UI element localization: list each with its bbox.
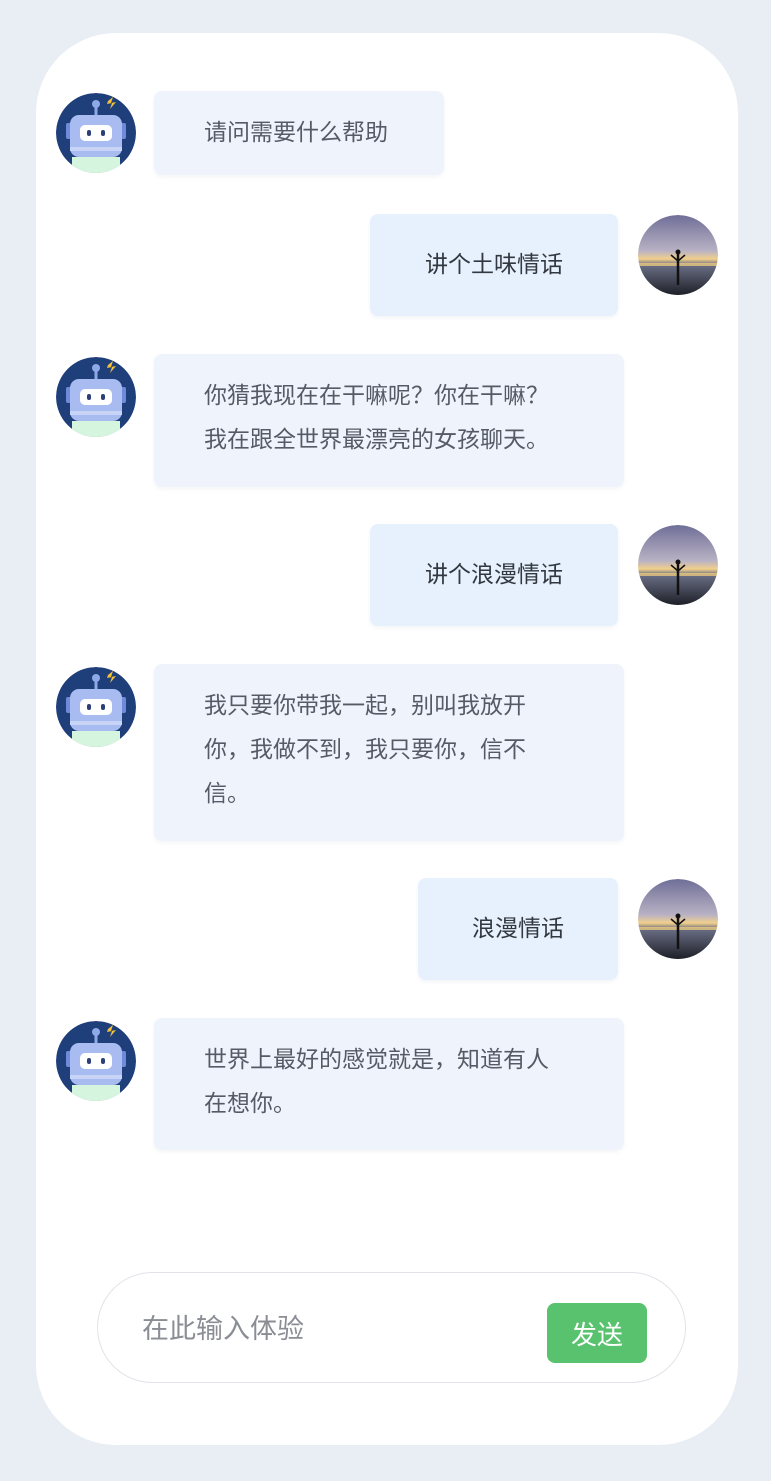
message-bubble: 你猜我现在在干嘛呢？你在干嘛？ 我在跟全世界最漂亮的女孩聊天。 (154, 354, 624, 487)
message-line: 在想你。 (204, 1091, 296, 1117)
message-input-bar: 发送 (97, 1272, 686, 1383)
message-input[interactable] (140, 1303, 524, 1355)
chat-screen: 请问需要什么帮助 讲个土味情话 你猜我现在在干嘛呢？你在干嘛？ 我在跟全世界最漂… (36, 33, 738, 1445)
phone-frame: 请问需要什么帮助 讲个土味情话 你猜我现在在干嘛呢？你在干嘛？ 我在跟全世界最漂… (0, 0, 771, 1481)
robot-avatar-icon (56, 667, 136, 747)
robot-avatar-icon (56, 357, 136, 437)
send-button[interactable]: 发送 (547, 1303, 647, 1363)
message-line: 我只要你带我一起，别叫我放开 (204, 693, 526, 719)
message-bubble: 请问需要什么帮助 (154, 91, 444, 175)
message-line: 世界上最好的感觉就是，知道有人 (204, 1047, 549, 1073)
message-line: 讲个土味情话 (425, 252, 563, 278)
robot-avatar-icon (56, 93, 136, 173)
message-bubble: 讲个浪漫情话 (370, 524, 618, 626)
message-line: 你，我做不到，我只要你，信不 (204, 737, 526, 763)
message-bubble: 讲个土味情话 (370, 214, 618, 316)
message-bubble: 我只要你带我一起，别叫我放开 你，我做不到，我只要你，信不 信。 (154, 664, 624, 841)
message-line: 信。 (204, 781, 250, 807)
message-line: 请问需要什么帮助 (204, 120, 388, 146)
message-line: 我在跟全世界最漂亮的女孩聊天。 (204, 427, 549, 453)
beach-sunset-avatar (638, 525, 718, 605)
beach-sunset-avatar (638, 879, 718, 959)
robot-avatar-icon (56, 1021, 136, 1101)
message-line: 浪漫情话 (472, 916, 564, 942)
message-line: 讲个浪漫情话 (425, 562, 563, 588)
message-line: 你猜我现在在干嘛呢？你在干嘛？ (204, 383, 549, 409)
message-bubble: 世界上最好的感觉就是，知道有人 在想你。 (154, 1018, 624, 1150)
beach-sunset-avatar (638, 215, 718, 295)
message-bubble: 浪漫情话 (418, 878, 618, 980)
